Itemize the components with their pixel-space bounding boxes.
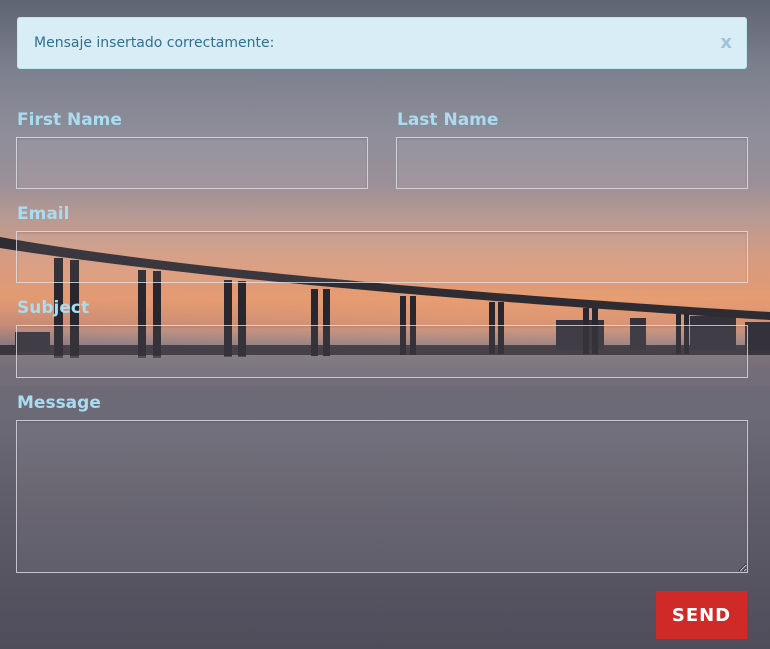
close-icon[interactable]: x [720, 32, 732, 54]
last-name-label: Last Name [397, 110, 499, 130]
alert-message: Mensaje insertado correctamente: [34, 35, 275, 51]
success-alert: Mensaje insertado correctamente: x [17, 17, 747, 69]
last-name-input[interactable] [396, 137, 748, 189]
message-label: Message [17, 393, 101, 413]
first-name-label: First Name [17, 110, 122, 130]
message-textarea[interactable] [16, 420, 748, 573]
email-label: Email [17, 204, 70, 224]
first-name-input[interactable] [16, 137, 368, 189]
send-button[interactable]: SEND [656, 591, 747, 639]
subject-input[interactable] [16, 325, 748, 378]
email-input[interactable] [16, 231, 748, 283]
subject-label: Subject [17, 298, 90, 318]
